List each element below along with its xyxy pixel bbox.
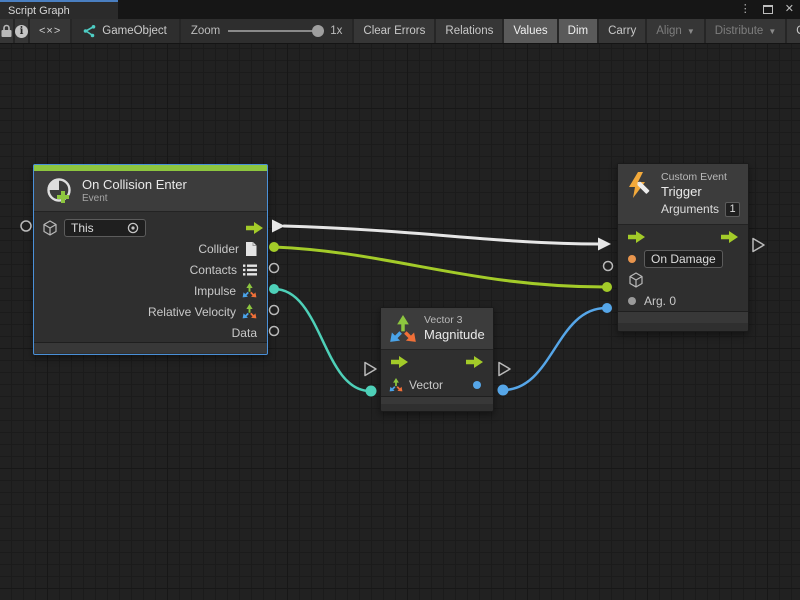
overview-button[interactable]: Overv	[787, 19, 800, 43]
port-magnitude-output[interactable]	[498, 385, 509, 396]
chevron-down-icon: ▼	[687, 27, 695, 36]
flow-in-arrow-icon	[391, 356, 408, 368]
align-button[interactable]: Align ▼	[647, 19, 704, 43]
lock-button[interactable]	[0, 19, 13, 43]
port-relative-velocity-output[interactable]	[270, 306, 279, 315]
maximize-icon[interactable]	[763, 5, 773, 14]
tab-script-graph[interactable]: Script Graph	[0, 0, 118, 19]
collider-document-icon	[245, 242, 257, 256]
node-category: Custom Event	[661, 171, 740, 184]
tab-bar: Script Graph ⋮ ✕	[0, 0, 800, 19]
node-trigger-custom-event[interactable]: Custom Event Trigger Arguments 1	[617, 163, 749, 332]
port-arg0-input[interactable]	[602, 303, 612, 313]
node-footer	[34, 342, 267, 353]
arguments-count-field[interactable]: 1	[725, 202, 740, 217]
flow-in-arrow-icon	[628, 231, 645, 243]
overview-label: Overv	[796, 25, 800, 37]
port-data-output[interactable]	[270, 327, 279, 336]
zoom-slider-knob[interactable]	[312, 25, 324, 37]
vector3-axes-icon	[242, 304, 257, 319]
port-event-name-input[interactable]	[604, 262, 613, 271]
node-category: Vector 3	[424, 314, 485, 327]
relations-label: Relations	[445, 25, 493, 37]
gameobject-breadcrumb[interactable]: GameObject	[72, 19, 179, 43]
graph-toolbar: i <×> GameObject Zoom 1x Clear Errors Re…	[0, 19, 800, 44]
port-vector-input[interactable]	[366, 386, 377, 397]
vector3-axes-icon	[389, 378, 403, 392]
contacts-list-icon	[243, 264, 257, 276]
chevron-down-icon: ▼	[768, 27, 776, 36]
zoom-slider[interactable]	[228, 30, 322, 32]
object-picker-icon[interactable]	[127, 222, 139, 234]
script-graph-icon	[82, 25, 96, 38]
align-label: Align	[656, 25, 682, 37]
node-vector3-magnitude[interactable]: Vector 3 Magnitude Vector	[380, 307, 494, 412]
dim-label: Dim	[568, 25, 588, 37]
lock-icon	[0, 24, 13, 38]
event-name-value: On Damage	[651, 252, 716, 266]
custom-event-icon	[626, 171, 654, 199]
unity-script-graph-window: Script Graph ⋮ ✕ i <×> GameObject Zoom	[0, 0, 800, 600]
info-button[interactable]: i	[15, 19, 28, 43]
target-field-value: This	[71, 221, 121, 235]
code-icon: <×>	[39, 25, 61, 37]
port-collider-output[interactable]	[269, 242, 279, 252]
clear-errors-button[interactable]: Clear Errors	[354, 19, 434, 43]
code-view-button[interactable]: <×>	[30, 19, 70, 43]
port-impulse-output[interactable]	[269, 284, 279, 294]
dim-button[interactable]: Dim	[559, 19, 597, 43]
vector3-axes-icon	[389, 315, 417, 343]
event-name-field[interactable]: On Damage	[644, 250, 723, 268]
carry-label: Carry	[608, 25, 636, 37]
node-footer	[618, 311, 748, 323]
port-this-input[interactable]	[21, 221, 31, 231]
port-label-relative-velocity: Relative Velocity	[148, 305, 236, 319]
target-field[interactable]: This	[64, 219, 146, 237]
vector3-axes-icon	[242, 283, 257, 298]
gameobject-cube-icon	[42, 220, 58, 236]
tab-label: Script Graph	[8, 5, 70, 17]
port-label-data: Data	[232, 326, 257, 340]
close-icon[interactable]: ✕	[785, 4, 794, 15]
flow-out-arrow-icon	[721, 231, 738, 243]
info-icon: i	[15, 25, 28, 38]
node-title: Trigger	[661, 184, 740, 200]
distribute-button[interactable]: Distribute ▼	[706, 19, 786, 43]
arguments-label: Arguments	[661, 202, 719, 217]
port-label-contacts: Contacts	[190, 263, 237, 277]
argument-value-dot	[628, 297, 636, 305]
port-contacts-output[interactable]	[270, 264, 279, 273]
zoom-label: Zoom	[191, 25, 220, 37]
gameobject-label: GameObject	[102, 25, 167, 37]
result-value-dot	[473, 381, 481, 389]
port-label-arg0: Arg. 0	[644, 294, 676, 308]
port-label-impulse: Impulse	[194, 284, 236, 298]
collision-event-icon	[44, 176, 74, 206]
values-label: Values	[513, 25, 547, 37]
port-label-vector: Vector	[409, 378, 443, 392]
flow-out-arrow-icon	[466, 356, 483, 368]
port-label-collider: Collider	[198, 242, 239, 256]
graph-canvas[interactable]: On Collision Enter Event This	[0, 44, 800, 600]
node-title: Magnitude	[424, 327, 485, 343]
zoom-value: 1x	[330, 25, 342, 37]
port-target-input[interactable]	[602, 282, 612, 292]
node-title: On Collision Enter	[82, 177, 187, 193]
flow-out-arrow-icon	[246, 222, 263, 234]
gameobject-cube-icon	[628, 272, 644, 288]
node-footer	[381, 396, 493, 404]
carry-button[interactable]: Carry	[599, 19, 645, 43]
clear-errors-label: Clear Errors	[363, 25, 425, 37]
relations-button[interactable]: Relations	[436, 19, 502, 43]
zoom-control: Zoom 1x	[181, 19, 353, 43]
values-button[interactable]: Values	[504, 19, 556, 43]
string-value-dot	[628, 255, 636, 263]
distribute-label: Distribute	[715, 25, 764, 37]
node-on-collision-enter[interactable]: On Collision Enter Event This	[33, 164, 268, 355]
node-subtitle: Event	[82, 193, 187, 206]
window-menu-icon[interactable]: ⋮	[740, 4, 751, 15]
